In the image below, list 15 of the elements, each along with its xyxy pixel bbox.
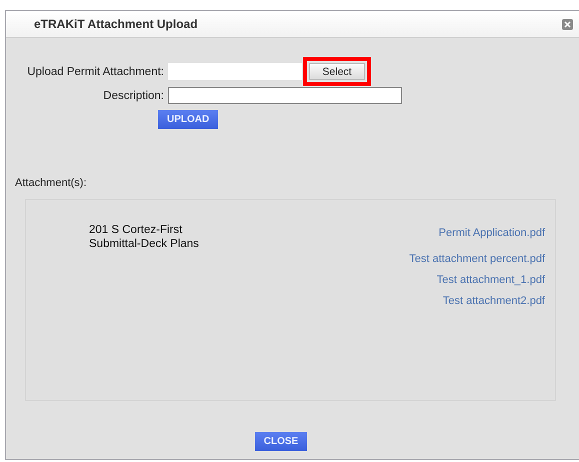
attachment-group-name: 201 S Cortez-First Submittal-Deck Plans	[89, 223, 200, 252]
close-button[interactable]: CLOSE	[254, 432, 308, 451]
file-link[interactable]: Test attachment_1.pdf	[436, 274, 545, 286]
section-heading: Attachment(s):	[15, 177, 88, 189]
field-label: Description:	[102, 90, 165, 102]
close-icon[interactable]	[562, 18, 573, 30]
file-link[interactable]: Test attachment2.pdf	[442, 295, 545, 307]
window-title: eTRAKiT Attachment Upload	[34, 17, 198, 31]
upload-button[interactable]: UPLOAD	[158, 110, 218, 129]
file-input-field[interactable]	[168, 63, 302, 80]
description-field[interactable]	[168, 87, 402, 104]
select-button[interactable]: Select	[309, 63, 365, 80]
file-link[interactable]: Test attachment percent.pdf	[409, 253, 545, 265]
field-label: Upload Permit Attachment:	[26, 66, 165, 78]
file-link[interactable]: Permit Application.pdf	[438, 227, 545, 239]
